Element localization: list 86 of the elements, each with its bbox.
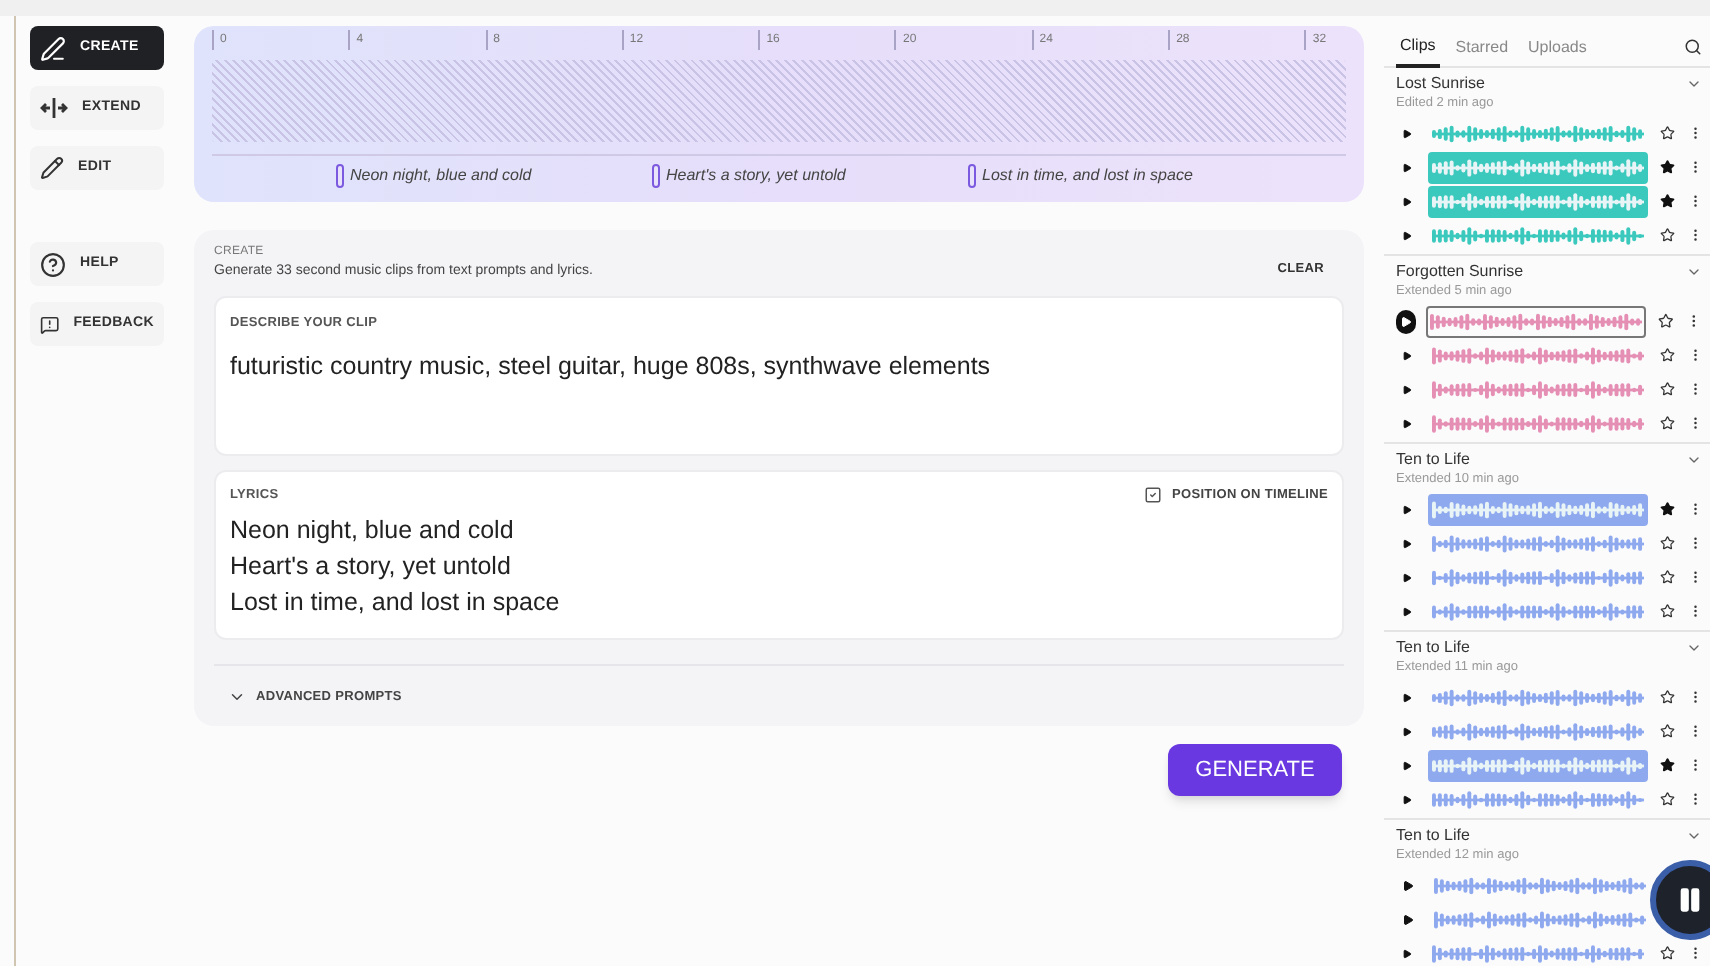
chevron-icon[interactable] (1686, 640, 1702, 656)
waveform-icon (1432, 221, 1644, 249)
star-outline-icon[interactable] (1660, 602, 1675, 620)
lyric-marker-icon[interactable] (968, 164, 976, 189)
play-icon[interactable] (1402, 503, 1412, 515)
group-title: Ten to Life (1396, 826, 1470, 846)
play-icon[interactable] (1402, 383, 1412, 395)
group-title: Ten to Life (1396, 638, 1470, 658)
waveform-icon (1432, 187, 1644, 215)
play-icon[interactable] (1402, 691, 1412, 703)
lyric-label: Lost in time, and lost in space (982, 164, 1193, 189)
play-icon[interactable] (1402, 759, 1412, 771)
play-icon[interactable] (1402, 161, 1412, 173)
waveform-icon (1432, 153, 1644, 181)
extend-icon (40, 96, 68, 120)
star-outline-icon[interactable] (1658, 312, 1675, 330)
star-outline-icon[interactable] (1660, 414, 1675, 432)
play-icon[interactable] (1402, 229, 1412, 241)
waveform-icon (1432, 939, 1644, 966)
chevron-icon[interactable] (1686, 452, 1702, 468)
library-tab[interactable]: Uploads (1524, 27, 1591, 67)
prompt-value: futuristic country music, steel guitar, huge 808s, synthwave elements (230, 350, 993, 385)
play-icon[interactable] (1402, 605, 1412, 617)
pause-icon (1676, 886, 1704, 914)
library-tab[interactable]: Starred (1451, 27, 1513, 67)
play-icon[interactable] (1402, 195, 1412, 207)
pencil-icon (40, 156, 64, 180)
generate-button[interactable]: GENERATE (1168, 744, 1342, 797)
lyric-marker-icon[interactable] (652, 164, 660, 189)
star-outline-icon[interactable] (1660, 534, 1675, 552)
lyric-line: Lost in time, and lost in space (230, 586, 562, 621)
lyric-label: Heart's a story, yet untold (666, 164, 846, 189)
group-title: Forgotten Sunrise (1396, 262, 1524, 282)
pen-icon (40, 35, 66, 61)
play-icon[interactable] (1402, 571, 1412, 583)
star-outline-icon[interactable] (1660, 380, 1675, 398)
star-outline-icon[interactable] (1660, 568, 1675, 586)
star-outline-icon[interactable] (1660, 688, 1675, 706)
waveform-icon (1432, 785, 1644, 813)
play-icon[interactable] (1402, 417, 1412, 429)
search-icon[interactable] (1684, 38, 1702, 56)
play-icon[interactable] (1402, 947, 1412, 959)
waveform-icon (1432, 409, 1644, 437)
play-button[interactable] (1396, 309, 1417, 333)
play-icon[interactable] (1402, 879, 1414, 891)
clip-waveform[interactable] (1428, 185, 1648, 217)
group-title: Ten to Life (1396, 450, 1470, 470)
star-icon[interactable] (1660, 756, 1675, 774)
star-outline-icon[interactable] (1660, 124, 1675, 142)
play-icon[interactable] (1402, 725, 1412, 737)
play-icon (1400, 315, 1413, 327)
play-icon[interactable] (1402, 913, 1414, 925)
play-icon[interactable] (1402, 793, 1412, 805)
play-icon[interactable] (1402, 127, 1412, 139)
star-outline-icon[interactable] (1660, 346, 1675, 364)
lyric-label: Neon night, blue and cold (350, 164, 532, 189)
waveform-icon (1432, 597, 1644, 625)
clip-waveform[interactable] (1428, 493, 1648, 525)
lyric-line: Neon night, blue and cold (230, 514, 516, 549)
waveform-icon (1432, 751, 1644, 779)
chevron-icon[interactable] (1686, 264, 1702, 280)
library-tab[interactable]: Clips (1396, 27, 1440, 67)
help-icon (40, 251, 66, 277)
feedback-icon (40, 311, 60, 337)
chevron-icon[interactable] (1686, 76, 1702, 92)
waveform-icon (1432, 563, 1644, 591)
lyric-line: Heart's a story, yet untold (230, 550, 513, 585)
pause-button[interactable] (1650, 860, 1710, 940)
checkbox[interactable] (1143, 485, 1162, 504)
clip-waveform[interactable] (1426, 305, 1647, 337)
star-icon[interactable] (1660, 192, 1675, 210)
clip-waveform[interactable] (1428, 151, 1648, 183)
waveform-icon (1432, 375, 1644, 403)
star-outline-icon[interactable] (1660, 790, 1675, 808)
star-outline-icon[interactable] (1660, 944, 1675, 962)
star-icon[interactable] (1660, 500, 1675, 518)
play-icon[interactable] (1402, 537, 1412, 549)
star-outline-icon[interactable] (1660, 226, 1675, 244)
clip-waveform[interactable] (1428, 749, 1648, 781)
waveform-icon (1432, 717, 1644, 745)
star-icon[interactable] (1660, 158, 1675, 176)
star-outline-icon[interactable] (1660, 722, 1675, 740)
chevron-icon[interactable] (1686, 828, 1702, 844)
lyric-marker-icon[interactable] (336, 164, 344, 189)
group-title: Lost Sunrise (1396, 74, 1485, 94)
play-icon[interactable] (1402, 349, 1412, 361)
